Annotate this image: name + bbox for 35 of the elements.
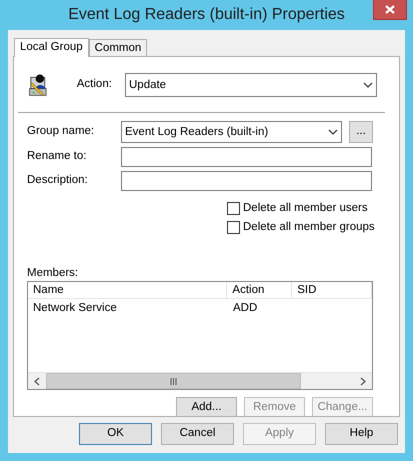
scroll-right-icon [360, 376, 366, 386]
chevron-down-icon [328, 129, 338, 135]
scroll-thumb[interactable] [46, 373, 301, 389]
text-field[interactable] [121, 171, 372, 191]
members-label: Members: [27, 266, 80, 281]
dialog-button[interactable]: Help [325, 423, 398, 445]
tab[interactable]: Common [88, 39, 148, 56]
group-name-dropdown[interactable]: Event Log Readers (built-in) [121, 121, 342, 143]
action-dropdown[interactable]: Update [125, 72, 377, 96]
close-button[interactable] [373, 0, 407, 20]
checkbox[interactable]: Delete all member groups [227, 220, 377, 235]
list-row[interactable]: Network Service ADD [28, 299, 372, 317]
column-header[interactable]: Action [227, 282, 292, 298]
dialog-button[interactable]: OK [79, 423, 152, 445]
chevron-down-icon [363, 82, 373, 88]
scroll-left-icon [34, 376, 40, 386]
browse-button[interactable]: ... [349, 121, 373, 143]
members-list[interactable]: Name Action SID Network Service ADD [27, 281, 373, 390]
horizontal-scrollbar[interactable] [28, 372, 372, 389]
column-header[interactable]: SID [292, 282, 372, 298]
field-label: Description: [27, 173, 89, 188]
grip-icon [170, 378, 177, 384]
table-cell-text: ADD [232, 301, 258, 316]
checkbox[interactable]: Delete all member users [227, 201, 377, 216]
close-icon [385, 5, 395, 14]
window-title: Event Log Readers (built-in) Properties [68, 5, 345, 25]
text-field[interactable] [121, 147, 372, 167]
field-label: Group name: [27, 124, 96, 140]
tab[interactable]: Local Group [14, 38, 89, 57]
dialog-button[interactable]: Cancel [161, 423, 234, 445]
dialog-button[interactable]: Add... [176, 397, 237, 416]
field-label: Rename to: [27, 149, 88, 164]
action-label: Action: [76, 76, 113, 92]
table-cell-text: Network Service [32, 301, 118, 316]
column-header[interactable]: Name [28, 282, 228, 298]
